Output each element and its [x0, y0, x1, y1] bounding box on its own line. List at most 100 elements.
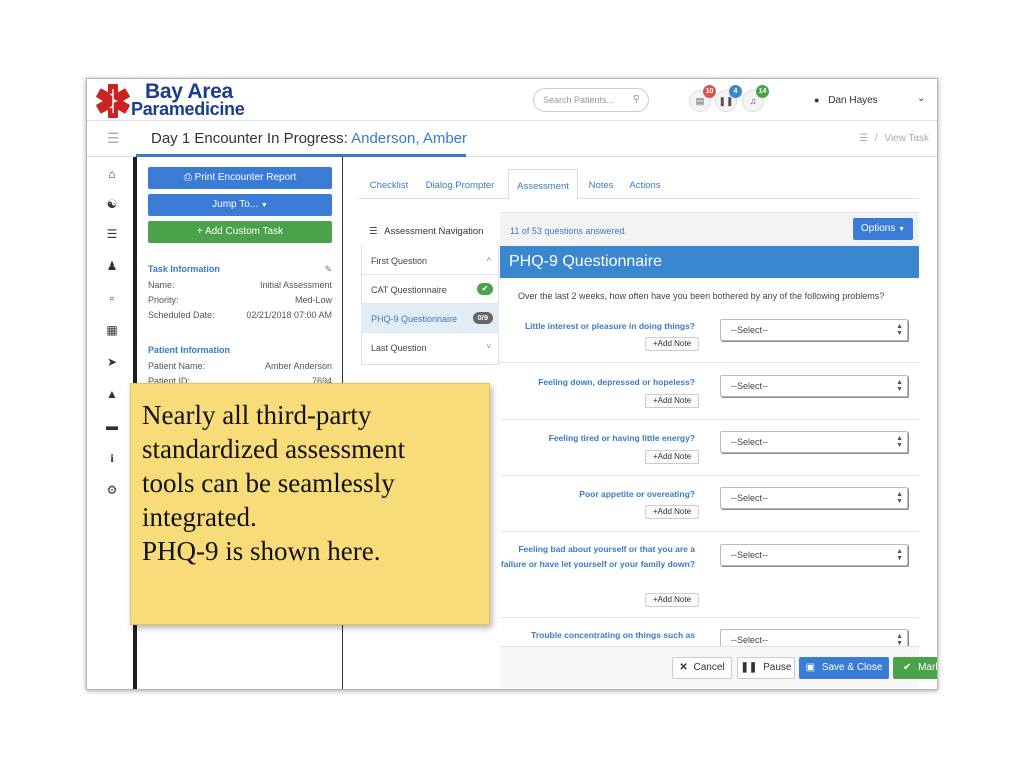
- nav-item-phq9-questionnaire[interactable]: PHQ-9 Questionnaire 0/9: [361, 304, 499, 333]
- save-close-label: Save & Close: [821, 662, 883, 673]
- share-icon[interactable]: ➤: [105, 355, 119, 369]
- options-button[interactable]: Options ▼: [853, 218, 913, 240]
- paused-count-badge: 4: [729, 85, 742, 98]
- list-icon: ☰: [859, 133, 868, 144]
- pause-icon: ❚❚: [718, 96, 734, 106]
- cancel-button[interactable]: ✕ Cancel: [672, 657, 732, 679]
- answer-select[interactable]: --Select-- ▲ ▼: [720, 544, 908, 566]
- patient-name-link[interactable]: Anderson, Amber: [351, 130, 467, 147]
- home-icon[interactable]: ⌂: [105, 167, 119, 181]
- mark-complete-button[interactable]: ✔ Mark Complete: [893, 657, 937, 679]
- tab-actions[interactable]: Actions: [624, 169, 666, 199]
- patient-info-row: Patient Name: Amber Anderson: [148, 361, 332, 371]
- add-note-button[interactable]: +Add Note: [645, 394, 699, 408]
- task-info-row: Scheduled Date: 02/21/2018 07:00 AM: [148, 310, 332, 320]
- select-value: --Select--: [731, 325, 769, 335]
- logo-line2: Paramedicine: [131, 99, 245, 119]
- folder-icon[interactable]: ▬: [105, 419, 119, 433]
- select-arrows-icon: ▲ ▼: [896, 379, 903, 393]
- question-row: Trouble concentrating on things such as …: [500, 618, 919, 646]
- info-label: Name:: [148, 280, 175, 290]
- callout-line: integrated.: [142, 502, 257, 532]
- save-close-button[interactable]: ▣ Save & Close: [799, 657, 889, 679]
- nav-item-label: CAT Questionnaire: [371, 285, 447, 295]
- add-note-button[interactable]: +Add Note: [645, 505, 699, 519]
- add-note-label: Add Note: [657, 507, 692, 516]
- gear-icon[interactable]: ⚙: [105, 483, 119, 497]
- answer-select[interactable]: --Select-- ▲ ▼: [720, 629, 908, 646]
- edit-icon[interactable]: ✎: [324, 264, 332, 275]
- tab-dialog-prompter[interactable]: Dialog Prompter: [419, 169, 501, 199]
- inbox-icon: ▤: [695, 96, 705, 106]
- inbox-count-badge: 10: [703, 85, 716, 98]
- breadcrumb-view-task[interactable]: View Task: [884, 133, 929, 144]
- bell-icon: ♫: [749, 96, 757, 106]
- info-value: Med-Low: [294, 295, 332, 305]
- user-name: Dan Hayes: [828, 95, 878, 106]
- nav-item-label: First Question: [371, 256, 428, 266]
- page-title: Day 1 Encounter In Progress: Anderson, A…: [151, 130, 467, 147]
- tab-assessment[interactable]: Assessment: [508, 169, 578, 200]
- top-bar: Bay Area Paramedicine Search Patients...…: [87, 79, 937, 121]
- select-arrows-icon: ▲ ▼: [896, 548, 903, 562]
- add-custom-task-button[interactable]: + Add Custom Task: [148, 221, 332, 243]
- add-note-button[interactable]: +Add Note: [645, 450, 699, 464]
- paused-button[interactable]: ❚❚ 4: [715, 85, 742, 112]
- pause-button[interactable]: ❚❚ Pause: [737, 657, 795, 679]
- add-note-label: Add Note: [657, 396, 692, 405]
- answer-select[interactable]: --Select-- ▲ ▼: [720, 487, 908, 509]
- section-title: PHQ-9 Questionnaire: [500, 246, 919, 278]
- list-icon[interactable]: ☰: [105, 227, 119, 241]
- add-note-label: Add Note: [657, 595, 692, 604]
- inbox-button[interactable]: ▤ 10: [689, 85, 716, 112]
- select-value: --Select--: [731, 437, 769, 447]
- pause-icon: ❚❚: [740, 662, 758, 673]
- question-text: Feeling tired or having little energy?: [548, 433, 695, 443]
- breadcrumb: ☰ / View Task: [859, 133, 929, 144]
- answered-count: 11 of 53 questions answered.: [510, 226, 627, 236]
- answer-select[interactable]: --Select-- ▲ ▼: [720, 319, 908, 341]
- add-note-button[interactable]: +Add Note: [645, 337, 699, 351]
- add-note-button[interactable]: +Add Note: [645, 593, 699, 607]
- logo[interactable]: Bay Area Paramedicine: [95, 81, 255, 119]
- task-info-heading: Task Information: [148, 264, 220, 274]
- info-icon[interactable]: i: [105, 451, 119, 466]
- callout-line: standardized assessment: [142, 434, 406, 464]
- menu-icon[interactable]: ☰: [107, 130, 120, 147]
- question-row: Feeling down, depressed or hopeless? +Ad…: [500, 364, 919, 420]
- pdf-icon[interactable]: ▫: [105, 291, 119, 305]
- options-label: Options: [860, 223, 896, 234]
- list-icon: ☰: [369, 226, 378, 237]
- annotation-callout: Nearly all third-party standardized asse…: [130, 383, 490, 625]
- jump-to-button[interactable]: Jump To... ▼: [148, 194, 332, 216]
- callout-line: tools can be seamlessly: [142, 468, 395, 498]
- check-icon: ✔: [903, 662, 912, 673]
- select-arrows-icon: ▲ ▼: [896, 323, 903, 337]
- graduation-icon[interactable]: ▲: [105, 387, 119, 401]
- encounter-header: ☰ Day 1 Encounter In Progress: Anderson,…: [87, 121, 937, 157]
- cancel-label: Cancel: [693, 662, 725, 673]
- answer-select[interactable]: --Select-- ▲ ▼: [720, 375, 908, 397]
- add-custom-task-label: Add Custom Task: [204, 226, 284, 237]
- select-value: --Select--: [731, 493, 769, 503]
- calendar-icon[interactable]: ▦: [105, 323, 119, 337]
- users-icon[interactable]: ☯: [105, 197, 119, 211]
- user-icon[interactable]: ♟: [105, 259, 119, 273]
- tab-notes[interactable]: Notes: [584, 169, 618, 199]
- nav-item-last-question[interactable]: Last Question ˅: [361, 333, 499, 362]
- chevron-down-icon[interactable]: ⌄: [917, 93, 925, 104]
- question-text: Trouble concentrating on things such as: [531, 630, 695, 640]
- tab-checklist[interactable]: Checklist: [365, 169, 413, 199]
- nav-item-cat-questionnaire[interactable]: CAT Questionnaire ✔: [361, 275, 499, 304]
- print-report-button[interactable]: ⎙ Print Encounter Report: [148, 167, 332, 189]
- progress-badge: 0/9: [472, 312, 493, 324]
- notifications-button[interactable]: ♫ 14: [742, 85, 769, 112]
- user-menu[interactable]: ● Dan Hayes: [814, 95, 878, 106]
- nav-item-first-question[interactable]: First Question ˄: [361, 246, 499, 275]
- info-label: Patient Name:: [148, 361, 206, 371]
- info-value: Initial Assessment: [259, 280, 332, 290]
- print-report-label: Print Encounter Report: [194, 172, 297, 183]
- question-text: Feeling bad about yourself or that you a…: [500, 544, 695, 569]
- answer-select[interactable]: --Select-- ▲ ▼: [720, 431, 908, 453]
- search-input[interactable]: Search Patients... ⚲: [533, 88, 649, 112]
